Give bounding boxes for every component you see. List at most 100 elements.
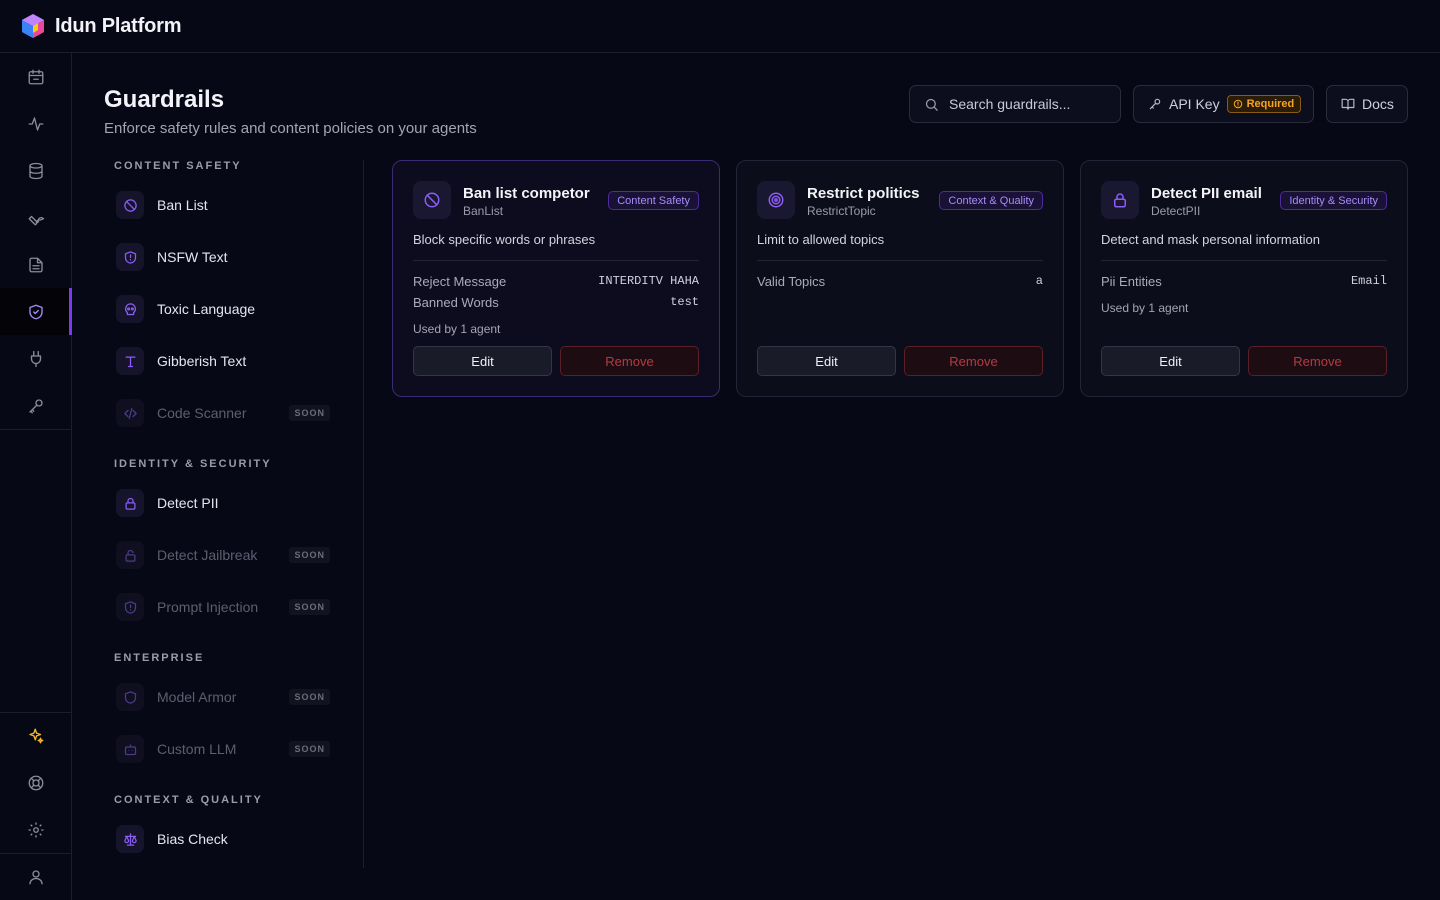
catalog-item-label: Prompt Injection xyxy=(157,599,259,615)
catalog-item-label: Bias Check xyxy=(157,831,228,847)
catalog-item-detect-jailbreak: Detect Jailbreak SOON xyxy=(114,537,334,573)
remove-button[interactable]: Remove xyxy=(1248,346,1387,376)
sparkles-icon xyxy=(28,728,43,743)
catalog-item-label: Code Scanner xyxy=(157,405,247,421)
app-title: Idun Platform xyxy=(55,14,182,37)
ban-icon xyxy=(116,191,144,219)
edit-button[interactable]: Edit xyxy=(757,346,896,376)
required-badge-label: Required xyxy=(1246,98,1295,110)
docs-button[interactable]: Docs xyxy=(1326,85,1408,123)
guardrail-card[interactable]: Detect PII email DetectPII Identity & Se… xyxy=(1080,160,1408,397)
card-title: Restrict politics xyxy=(807,185,920,202)
param-key: Valid Topics xyxy=(757,274,826,289)
catalog-item-ban-list[interactable]: Ban List xyxy=(114,187,334,223)
catalog-item-custom-llm: Custom LLM SOON xyxy=(114,731,334,767)
guardrail-card[interactable]: Ban list competor BanList Content Safety… xyxy=(392,160,720,397)
rail-item-deployments[interactable] xyxy=(0,53,71,100)
search-box[interactable] xyxy=(909,85,1121,123)
edit-button[interactable]: Edit xyxy=(413,346,552,376)
alert-circle-icon xyxy=(1233,99,1242,109)
param-row: Reject Message INTERDITV HAHA xyxy=(413,274,699,289)
card-type: DetectPII xyxy=(1151,204,1201,218)
divider xyxy=(413,260,699,261)
page-title: Guardrails xyxy=(104,86,225,113)
activity-icon xyxy=(28,116,43,131)
section-heading: IDENTITY & SECURITY xyxy=(114,458,272,470)
divider xyxy=(757,260,1043,261)
catalog-item-bias-check[interactable]: Bias Check xyxy=(114,821,334,857)
catalog-item-label: Ban List xyxy=(157,197,208,213)
catalog-item-toxic-language[interactable]: Toxic Language xyxy=(114,291,334,327)
soon-badge: SOON xyxy=(289,599,330,615)
key-icon xyxy=(28,398,43,413)
guardrail-catalog: CONTENT SAFETY Ban List NSFW Text Toxic … xyxy=(104,160,364,868)
catalog-item-label: Gibberish Text xyxy=(157,353,247,369)
param-key: Pii Entities xyxy=(1101,274,1162,289)
catalog-item-nsfw-text[interactable]: NSFW Text xyxy=(114,239,334,275)
catalog-item-detect-pii[interactable]: Detect PII xyxy=(114,485,334,521)
edit-button[interactable]: Edit xyxy=(1101,346,1240,376)
skull-icon xyxy=(116,295,144,323)
target-icon xyxy=(757,181,795,219)
param-value: a xyxy=(1035,274,1043,288)
shield-alert-icon xyxy=(116,243,144,271)
rail-item-prompts[interactable] xyxy=(0,241,71,288)
used-by-count: Used by 1 agent xyxy=(1101,301,1189,315)
soon-badge: SOON xyxy=(289,741,330,757)
rail-item-account[interactable] xyxy=(0,853,71,900)
section-heading: CONTENT SAFETY xyxy=(114,160,242,172)
code-icon xyxy=(116,399,144,427)
top-bar: Idun Platform xyxy=(0,0,1440,53)
search-input[interactable] xyxy=(949,96,1109,112)
rail-item-storage[interactable] xyxy=(0,147,71,194)
soon-badge: SOON xyxy=(289,547,330,563)
category-tag: Identity & Security xyxy=(1280,191,1387,210)
remove-button[interactable]: Remove xyxy=(560,346,699,376)
bot-icon xyxy=(116,735,144,763)
rail-item-help[interactable] xyxy=(0,759,71,806)
rail-item-tools[interactable] xyxy=(0,194,71,241)
search-icon xyxy=(925,98,938,111)
guardrail-card[interactable]: Restrict politics RestrictTopic Context … xyxy=(736,160,1064,397)
page-subtitle: Enforce safety rules and content policie… xyxy=(104,120,477,137)
remove-button[interactable]: Remove xyxy=(904,346,1043,376)
api-key-button[interactable]: API Key Required xyxy=(1133,85,1314,123)
param-value: INTERDITV HAHA xyxy=(598,274,699,288)
docs-label: Docs xyxy=(1362,96,1394,112)
card-description: Detect and mask personal information xyxy=(1101,232,1320,247)
catalog-item-label: Toxic Language xyxy=(157,301,256,317)
card-description: Block specific words or phrases xyxy=(413,232,596,247)
card-description: Limit to allowed topics xyxy=(757,232,885,247)
rail-item-api-keys[interactable] xyxy=(0,382,71,429)
used-by-count: Used by 1 agent xyxy=(413,322,501,336)
lock-icon xyxy=(1101,181,1139,219)
wrench-icon xyxy=(28,215,44,225)
database-icon xyxy=(28,162,43,179)
card-type: RestrictTopic xyxy=(807,204,876,218)
api-key-label: API Key xyxy=(1169,96,1220,112)
calendar-box-icon xyxy=(28,69,43,84)
shield-icon xyxy=(116,683,144,711)
document-icon xyxy=(28,257,43,272)
section-heading: CONTEXT & QUALITY xyxy=(114,794,263,806)
rail-item-guardrails[interactable] xyxy=(0,288,72,335)
rail-item-integrations[interactable] xyxy=(0,335,71,382)
catalog-item-code-scanner: Code Scanner SOON xyxy=(114,395,334,431)
rail-item-monitoring[interactable] xyxy=(0,100,71,147)
required-badge: Required xyxy=(1226,95,1302,113)
card-title: Detect PII email xyxy=(1151,185,1262,202)
catalog-item-gibberish-text[interactable]: Gibberish Text xyxy=(114,343,334,379)
catalog-item-label: Model Armor xyxy=(157,689,237,705)
type-icon xyxy=(116,347,144,375)
catalog-item-label: NSFW Text xyxy=(157,249,228,265)
rail-item-settings[interactable] xyxy=(0,806,71,853)
soon-badge: SOON xyxy=(289,689,330,705)
plug-icon xyxy=(30,350,41,367)
rail-divider xyxy=(0,429,71,430)
app-logo-icon[interactable] xyxy=(20,13,46,39)
param-row: Valid Topics a xyxy=(757,274,1043,289)
rail-item-whats-new[interactable] xyxy=(0,712,71,759)
key-icon xyxy=(1149,98,1161,110)
scale-icon xyxy=(116,825,144,853)
param-row: Pii Entities Email xyxy=(1101,274,1387,289)
